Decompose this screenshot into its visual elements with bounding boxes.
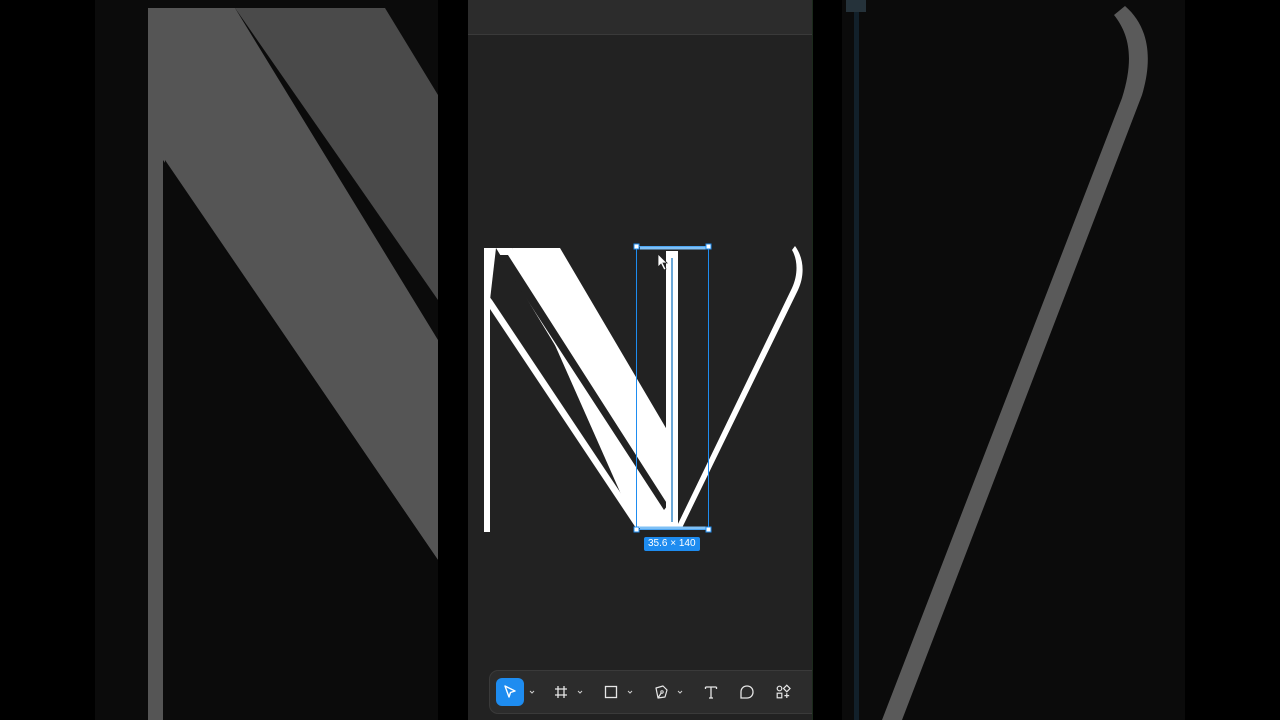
text-t-icon [704,686,718,699]
blurred-backdrop-left [95,0,438,720]
blurred-curve-stroke [882,6,1148,720]
glyph-left-cap[interactable] [484,248,496,300]
chevron-down-icon[interactable] [626,688,634,696]
text-tool-button[interactable] [700,678,722,706]
resize-handle-bottom-left[interactable] [633,526,640,533]
blurred-glyph-right [846,0,1148,720]
selected-rectangle-inner-line [671,258,673,522]
shape-tool-button[interactable] [600,678,622,706]
cursor-arrow-icon [504,685,516,698]
resources-tool-button[interactable] [772,678,794,706]
frame-tool-button[interactable] [550,678,572,706]
pen-nib-icon [655,685,668,699]
selection-dimensions-badge: 35.6 × 140 [644,537,700,551]
resize-handle-top-right[interactable] [705,243,712,250]
blurred-backdrop-right [842,0,1185,720]
mouse-cursor-icon [657,253,668,271]
blurred-glyph-left [148,8,438,720]
chevron-down-icon[interactable] [528,688,536,696]
screen: 35.6 × 140 [0,0,1280,720]
pen-tool-button[interactable] [650,678,672,706]
resize-handle-bottom-right[interactable] [705,526,712,533]
move-tool-button[interactable] [496,678,524,706]
rectangle-icon [604,685,618,699]
design-canvas[interactable]: 35.6 × 140 [468,0,813,720]
glyph-right-curve[interactable] [676,246,803,528]
canvas-artwork [484,243,803,533]
bottom-toolbar [490,671,812,713]
components-grid-icon [776,684,791,699]
chevron-down-icon[interactable] [576,688,584,696]
comment-tool-button[interactable] [736,678,758,706]
comment-bubble-icon [740,685,754,699]
frame-hash-icon [555,686,567,698]
blurred-handle [846,0,866,12]
resize-handle-top-left[interactable] [633,243,640,250]
blurred-selection-edge [854,0,859,720]
chevron-down-icon[interactable] [676,688,684,696]
